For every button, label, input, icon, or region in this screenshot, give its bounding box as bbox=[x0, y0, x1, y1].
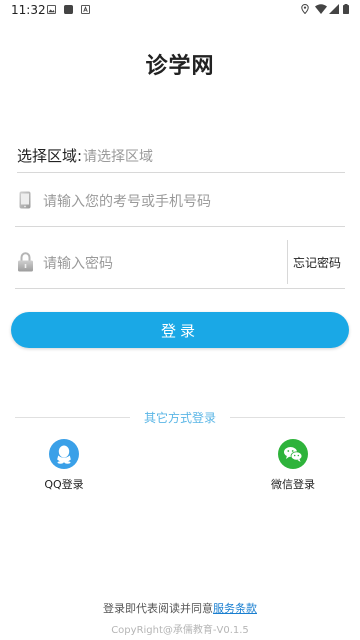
signal-icon bbox=[329, 4, 339, 14]
password-input[interactable] bbox=[43, 253, 273, 275]
wechat-login-button[interactable]: 微信登录 bbox=[263, 438, 323, 498]
copyright-text: CopyRight@承儒教育-V0.1.5 bbox=[111, 625, 249, 636]
lock-icon bbox=[18, 252, 33, 272]
terms-prefix: 登录即代表阅读并同意 bbox=[103, 602, 213, 615]
status-time: 11:32 bbox=[11, 3, 46, 17]
qq-login-button[interactable]: QQ登录 bbox=[34, 438, 94, 498]
wifi-icon bbox=[315, 4, 327, 14]
forgot-password-link[interactable]: 忘记密码 bbox=[293, 254, 341, 271]
terms-line: 登录即代表阅读并同意服务条款 bbox=[0, 600, 360, 616]
terms-link[interactable]: 服务条款 bbox=[213, 602, 257, 615]
page-title: 诊学网 bbox=[145, 54, 215, 79]
other-login-divider: 其它方式登录 bbox=[15, 409, 345, 425]
phone-icon bbox=[19, 191, 31, 209]
account-field-row bbox=[15, 185, 345, 227]
status-bar: 11:32 bbox=[0, 0, 360, 20]
qq-login-label: QQ登录 bbox=[44, 478, 84, 491]
battery-icon bbox=[343, 4, 349, 14]
wechat-icon bbox=[278, 439, 308, 469]
region-placeholder[interactable]: 请选择区域 bbox=[83, 146, 153, 166]
login-button[interactable]: 登录 bbox=[11, 312, 349, 348]
region-selector[interactable]: 选择区域: 请选择区域 bbox=[17, 142, 345, 173]
password-divider bbox=[287, 240, 288, 284]
qq-icon bbox=[49, 439, 79, 469]
password-field-row: 忘记密码 bbox=[15, 240, 345, 289]
location-icon bbox=[301, 4, 309, 14]
wechat-login-label: 微信登录 bbox=[271, 478, 315, 491]
account-input[interactable] bbox=[43, 191, 333, 213]
notification-icon bbox=[81, 5, 90, 14]
image-icon bbox=[47, 5, 56, 14]
other-login-title: 其它方式登录 bbox=[143, 411, 216, 425]
region-label: 选择区域: bbox=[17, 147, 83, 165]
app-icon bbox=[64, 5, 73, 14]
